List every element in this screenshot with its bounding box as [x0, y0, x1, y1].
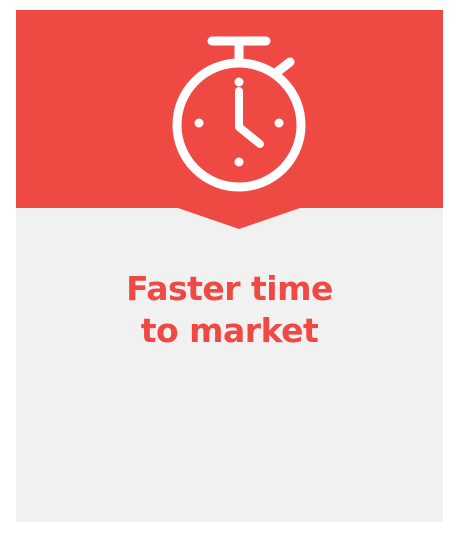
feature-title: Faster time to market — [16, 268, 443, 352]
banner-shape — [16, 10, 443, 229]
feature-card: Faster time to market — [16, 10, 443, 522]
feature-title-line-1: Faster time — [126, 269, 333, 308]
feature-banner — [16, 10, 443, 229]
feature-title-line-2: to market — [140, 311, 319, 350]
